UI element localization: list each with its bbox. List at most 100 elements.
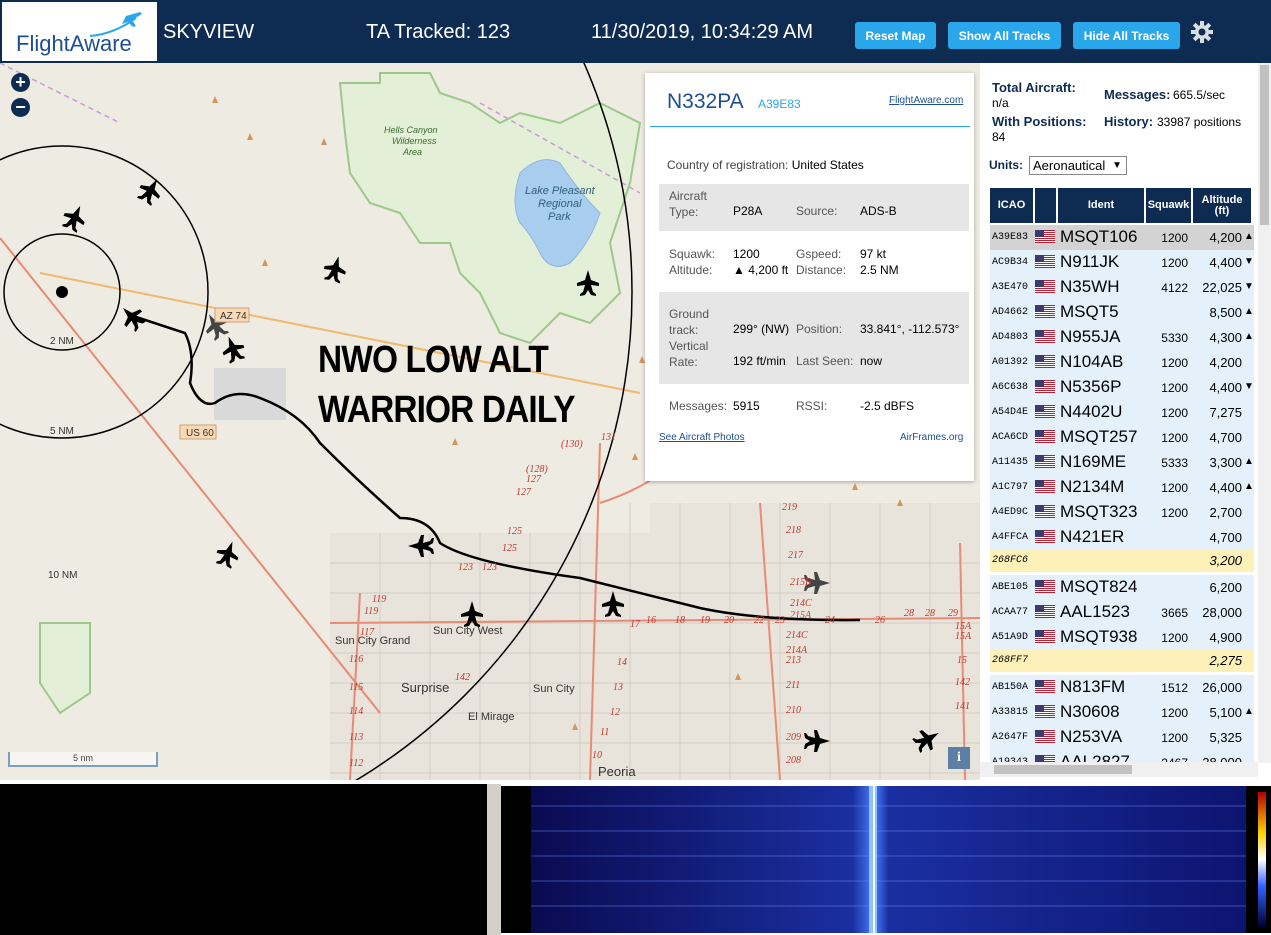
distance-label: Distance: xyxy=(796,263,847,277)
table-row[interactable]: AB150A N813FM 1512 26,000 xyxy=(990,675,1254,700)
flightaware-logo[interactable]: FlightAware xyxy=(2,2,157,61)
column-squawk[interactable]: Squawk xyxy=(1146,188,1191,223)
zoom-in-button[interactable]: + xyxy=(11,73,30,92)
altitude-cell: 4,200 xyxy=(1209,355,1242,370)
popup-icao: A39E83 xyxy=(758,97,801,111)
table-row[interactable]: A54D4E N4402U 1200 7,275 xyxy=(990,400,1254,425)
table-row[interactable]: A3E470 N35WH 4122 22,025 ▼ xyxy=(990,275,1254,300)
reset-map-button[interactable]: Reset Map xyxy=(855,22,936,49)
units-select[interactable]: Aeronautical ▼ xyxy=(1029,156,1127,175)
column-icao[interactable]: ICAO xyxy=(990,188,1033,223)
us-flag-icon xyxy=(1035,580,1055,593)
total-aircraft-value: n/a xyxy=(992,96,1009,110)
icao-cell: ACA6CD xyxy=(992,432,1029,443)
column-ident[interactable]: Ident xyxy=(1058,188,1144,223)
table-row[interactable]: A11435 N169ME 5333 3,300 ▲ xyxy=(990,450,1254,475)
map-label: Park xyxy=(548,211,571,223)
svg-text:117: 117 xyxy=(360,627,375,638)
squawk-value: 1200 xyxy=(733,247,760,261)
icao-cell: A01392 xyxy=(992,357,1029,368)
svg-text:116: 116 xyxy=(349,654,363,665)
icao-cell: A39E83 xyxy=(992,232,1029,243)
column-altitude[interactable]: Altitude (ft) xyxy=(1193,188,1251,223)
aircraft-marker xyxy=(323,256,346,284)
svg-text:142: 142 xyxy=(955,677,970,688)
table-row[interactable]: A4FFCA N421ER 4,700 xyxy=(990,525,1254,550)
table-row[interactable]: ACA6CD MSQT257 1200 4,700 xyxy=(990,425,1254,450)
squawk-cell: 1200 xyxy=(1161,481,1188,495)
svg-text:210: 210 xyxy=(786,705,801,716)
column-flag[interactable] xyxy=(1035,188,1056,223)
squawk-cell: 1200 xyxy=(1161,731,1188,745)
table-row[interactable]: A6C638 N5356P 1200 4,400 ▼ xyxy=(990,375,1254,400)
ident-cell: N4402U xyxy=(1060,402,1123,421)
table-row[interactable]: AD4662 MSQT5 8,500 ▲ xyxy=(990,300,1254,325)
table-row[interactable]: A4ED9C MSQT323 1200 2,700 xyxy=(990,500,1254,525)
flightaware-link[interactable]: FlightAware.com xyxy=(889,95,963,106)
altitude-trend-icon: ▲ xyxy=(1244,456,1254,467)
table-row[interactable]: AC9B34 N911JK 1200 4,400 ▼ xyxy=(990,250,1254,275)
zoom-out-button[interactable]: − xyxy=(11,98,30,117)
altitude-cell: 4,700 xyxy=(1209,430,1242,445)
altitude-cell: 8,500 xyxy=(1209,305,1242,320)
gear-icon[interactable] xyxy=(1188,18,1216,46)
altitude-cell: 26,000 xyxy=(1202,680,1242,695)
icao-cell: A54D4E xyxy=(992,407,1029,418)
altitude-cell: 4,900 xyxy=(1209,630,1242,645)
ident-cell: N911JK xyxy=(1060,252,1120,271)
table-row[interactable]: ACAA77 AAL1523 3665 28,000 xyxy=(990,600,1254,625)
icao-cell: 268FC6 xyxy=(992,555,1029,566)
info-button[interactable]: i xyxy=(948,747,970,769)
svg-text:211: 211 xyxy=(786,680,800,691)
gspeed-label: Gspeed: xyxy=(796,247,842,261)
ring-label: 5 NM xyxy=(50,426,74,437)
us-flag-icon xyxy=(1035,630,1055,643)
hide-all-tracks-button[interactable]: Hide All Tracks xyxy=(1073,22,1180,49)
aircraft-marker xyxy=(137,179,161,206)
icao-cell: ABE105 xyxy=(992,582,1029,593)
svg-text:20: 20 xyxy=(724,615,734,626)
icao-cell: ACAA77 xyxy=(992,607,1029,618)
table-row[interactable]: AD4803 N955JA 5330 4,300 ▲ xyxy=(990,325,1254,350)
table-row[interactable]: A01392 N104AB 1200 4,200 xyxy=(990,350,1254,375)
table-row[interactable]: 268FF7 2,275 xyxy=(990,650,1254,672)
vertical-scrollbar[interactable] xyxy=(1258,63,1271,763)
aircraft-marker xyxy=(216,541,239,569)
altitude-cell: 3,200 xyxy=(1209,553,1242,568)
ident-cell: MSQT323 xyxy=(1060,502,1138,521)
svg-text:28: 28 xyxy=(925,608,935,619)
units-label: Units: xyxy=(989,158,1023,172)
table-row[interactable]: A51A9D MSQT938 1200 4,900 xyxy=(990,625,1254,650)
table-row[interactable]: ABE105 MSQT824 6,200 xyxy=(990,575,1254,600)
history-value: 33987 positions xyxy=(1157,115,1242,129)
us-flag-icon xyxy=(1035,355,1055,368)
table-row[interactable]: A39E83 MSQT106 1200 4,200 ▲ xyxy=(990,225,1254,250)
icao-cell: A51A9D xyxy=(992,632,1029,643)
horizontal-scrollbar[interactable] xyxy=(980,762,1258,777)
squawk-cell: 1200 xyxy=(1161,356,1188,370)
altitude-cell: 4,300 xyxy=(1209,330,1242,345)
svg-text:19: 19 xyxy=(700,615,710,626)
svg-text:215B: 215B xyxy=(790,577,811,588)
pane-divider[interactable] xyxy=(487,784,501,935)
table-row[interactable]: 268FC6 3,200 xyxy=(990,550,1254,572)
table-row[interactable]: A1C797 N2134M 1200 4,400 ▲ xyxy=(990,475,1254,500)
ident-cell: N104AB xyxy=(1060,352,1124,371)
table-row[interactable]: A33815 N30608 1200 5,100 ▲ xyxy=(990,700,1254,725)
map-label: Hells Canyon xyxy=(384,125,438,135)
squawk-cell: 3665 xyxy=(1161,606,1188,620)
table-row[interactable]: A2647F N253VA 1200 5,325 xyxy=(990,725,1254,750)
messages-label: Messages: xyxy=(669,399,728,413)
us-flag-icon xyxy=(1035,380,1055,393)
ident-cell: MSQT257 xyxy=(1060,427,1138,446)
svg-text:15A: 15A xyxy=(955,631,972,642)
squawk-label: Squawk: xyxy=(669,247,716,261)
us-flag-icon xyxy=(1035,730,1055,743)
rssi-label: RSSI: xyxy=(796,399,828,413)
airframes-link[interactable]: AirFrames.org xyxy=(900,432,963,443)
aircraft-photos-link[interactable]: See Aircraft Photos xyxy=(659,432,745,443)
ident-cell: N2134M xyxy=(1060,477,1125,496)
show-all-tracks-button[interactable]: Show All Tracks xyxy=(948,22,1061,49)
ident-cell: N169ME xyxy=(1060,452,1127,471)
squawk-cell: 1512 xyxy=(1161,681,1188,695)
